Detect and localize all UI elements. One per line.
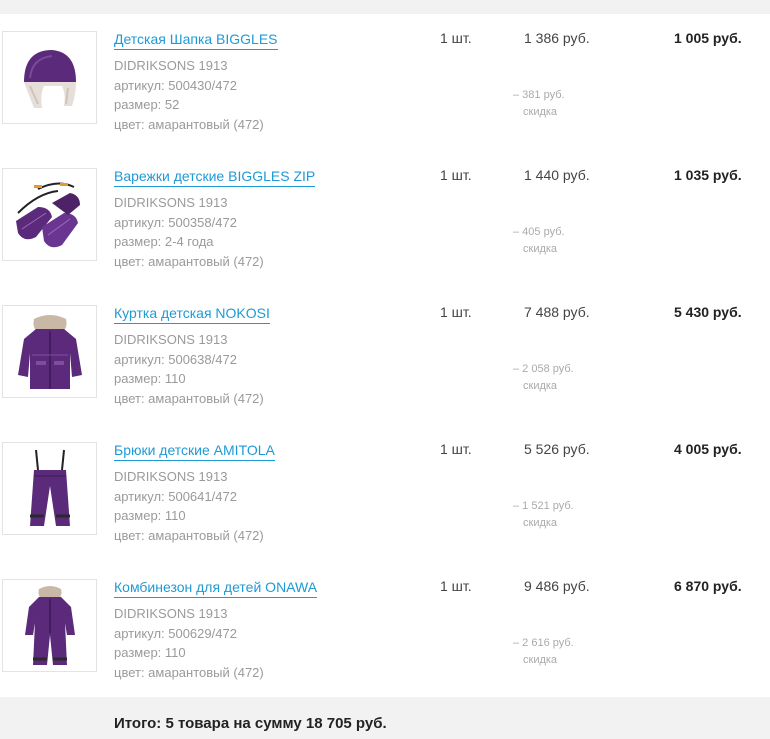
item-discount: – 2 058 руб. скидка xyxy=(513,361,574,395)
hat-icon xyxy=(23,49,76,108)
product-sku: артикул: 500638/472 xyxy=(114,351,237,367)
product-sku: артикул: 500430/472 xyxy=(114,77,237,93)
discount-amount: – 405 руб. xyxy=(513,226,565,238)
product-thumbnail[interactable] xyxy=(2,579,97,672)
item-discount: – 2 616 руб. скидка xyxy=(513,635,574,669)
product-size: размер: 110 xyxy=(114,508,186,523)
trousers-icon xyxy=(29,449,70,526)
item-quantity: 1 шт. xyxy=(440,30,472,46)
product-thumbnail[interactable] xyxy=(2,442,97,535)
product-thumbnail[interactable] xyxy=(2,168,97,261)
item-discount: – 405 руб. скидка xyxy=(513,224,565,258)
item-price: 9 486 руб. xyxy=(524,578,590,594)
product-size: размер: 2-4 года xyxy=(114,234,214,249)
discount-label: скидка xyxy=(523,243,558,255)
item-total: 5 430 руб. xyxy=(674,304,742,320)
cart-item-row: Варежки детские BIGGLES ZIP DIDRIKSONS 1… xyxy=(0,151,770,288)
product-size: размер: 110 xyxy=(114,645,186,660)
product-thumbnail[interactable] xyxy=(2,31,97,124)
discount-amount: – 2 058 руб. xyxy=(513,363,574,375)
overall-icon xyxy=(24,585,75,665)
product-title-link[interactable]: Брюки детские AMITOLA xyxy=(114,442,275,461)
item-discount: – 1 521 руб. скидка xyxy=(513,498,574,532)
discount-amount: – 381 руб. xyxy=(513,89,565,101)
item-quantity: 1 шт. xyxy=(440,304,472,320)
product-sku: артикул: 500641/472 xyxy=(114,488,237,504)
cart-item-row: Детская Шапка BIGGLES DIDRIKSONS 1913 ар… xyxy=(0,14,770,151)
discount-label: скидка xyxy=(523,654,558,666)
product-color: цвет: амарантовый (472) xyxy=(114,253,264,269)
discount-label: скидка xyxy=(523,517,558,529)
item-price: 7 488 руб. xyxy=(524,304,590,320)
cart-item-row: Куртка детская NOKOSI DIDRIKSONS 1913 ар… xyxy=(0,288,770,425)
item-price: 5 526 руб. xyxy=(524,441,590,457)
product-size: размер: 52 xyxy=(114,97,180,112)
cart-item-row: Брюки детские AMITOLA DIDRIKSONS 1913 ар… xyxy=(0,425,770,562)
product-brand: DIDRIKSONS 1913 xyxy=(114,606,228,621)
product-title-link[interactable]: Куртка детская NOKOSI xyxy=(114,305,270,324)
item-quantity: 1 шт. xyxy=(440,441,472,457)
product-sku: артикул: 500358/472 xyxy=(114,214,237,230)
item-discount: – 381 руб. скидка xyxy=(513,87,565,121)
discount-amount: – 1 521 руб. xyxy=(513,500,574,512)
cart-items-list: Детская Шапка BIGGLES DIDRIKSONS 1913 ар… xyxy=(0,14,770,699)
item-total: 6 870 руб. xyxy=(674,578,742,594)
product-title-link[interactable]: Варежки детские BIGGLES ZIP xyxy=(114,168,316,187)
product-brand: DIDRIKSONS 1913 xyxy=(114,195,228,210)
discount-label: скидка xyxy=(523,380,558,392)
item-total: 1 005 руб. xyxy=(674,30,742,46)
product-color: цвет: амарантовый (472) xyxy=(114,116,264,132)
cart-summary-bar: Итого: 5 товара на сумму 18 705 руб. xyxy=(0,697,770,739)
product-title-link[interactable]: Детская Шапка BIGGLES xyxy=(114,31,278,50)
item-price: 1 440 руб. xyxy=(524,167,590,183)
item-total: 1 035 руб. xyxy=(674,167,742,183)
table-header-strip xyxy=(0,0,770,14)
item-total: 4 005 руб. xyxy=(674,441,742,457)
product-brand: DIDRIKSONS 1913 xyxy=(114,332,228,347)
product-brand: DIDRIKSONS 1913 xyxy=(114,469,228,484)
discount-amount: – 2 616 руб. xyxy=(513,637,574,649)
product-color: цвет: амарантовый (472) xyxy=(114,664,264,680)
product-thumbnail[interactable] xyxy=(2,305,97,398)
cart-summary-text: Итого: 5 товара на сумму 18 705 руб. xyxy=(114,715,387,732)
item-quantity: 1 шт. xyxy=(440,167,472,183)
cart-item-row: Комбинезон для детей ONAWA DIDRIKSONS 19… xyxy=(0,562,770,699)
product-size: размер: 110 xyxy=(114,371,186,386)
item-price: 1 386 руб. xyxy=(524,30,590,46)
mittens-icon xyxy=(15,182,80,247)
product-brand: DIDRIKSONS 1913 xyxy=(114,58,228,73)
jacket-icon xyxy=(17,314,82,389)
product-title-link[interactable]: Комбинезон для детей ONAWA xyxy=(114,579,318,598)
product-color: цвет: амарантовый (472) xyxy=(114,527,264,543)
discount-label: скидка xyxy=(523,106,558,118)
item-quantity: 1 шт. xyxy=(440,578,472,594)
product-sku: артикул: 500629/472 xyxy=(114,625,237,641)
product-color: цвет: амарантовый (472) xyxy=(114,390,264,406)
